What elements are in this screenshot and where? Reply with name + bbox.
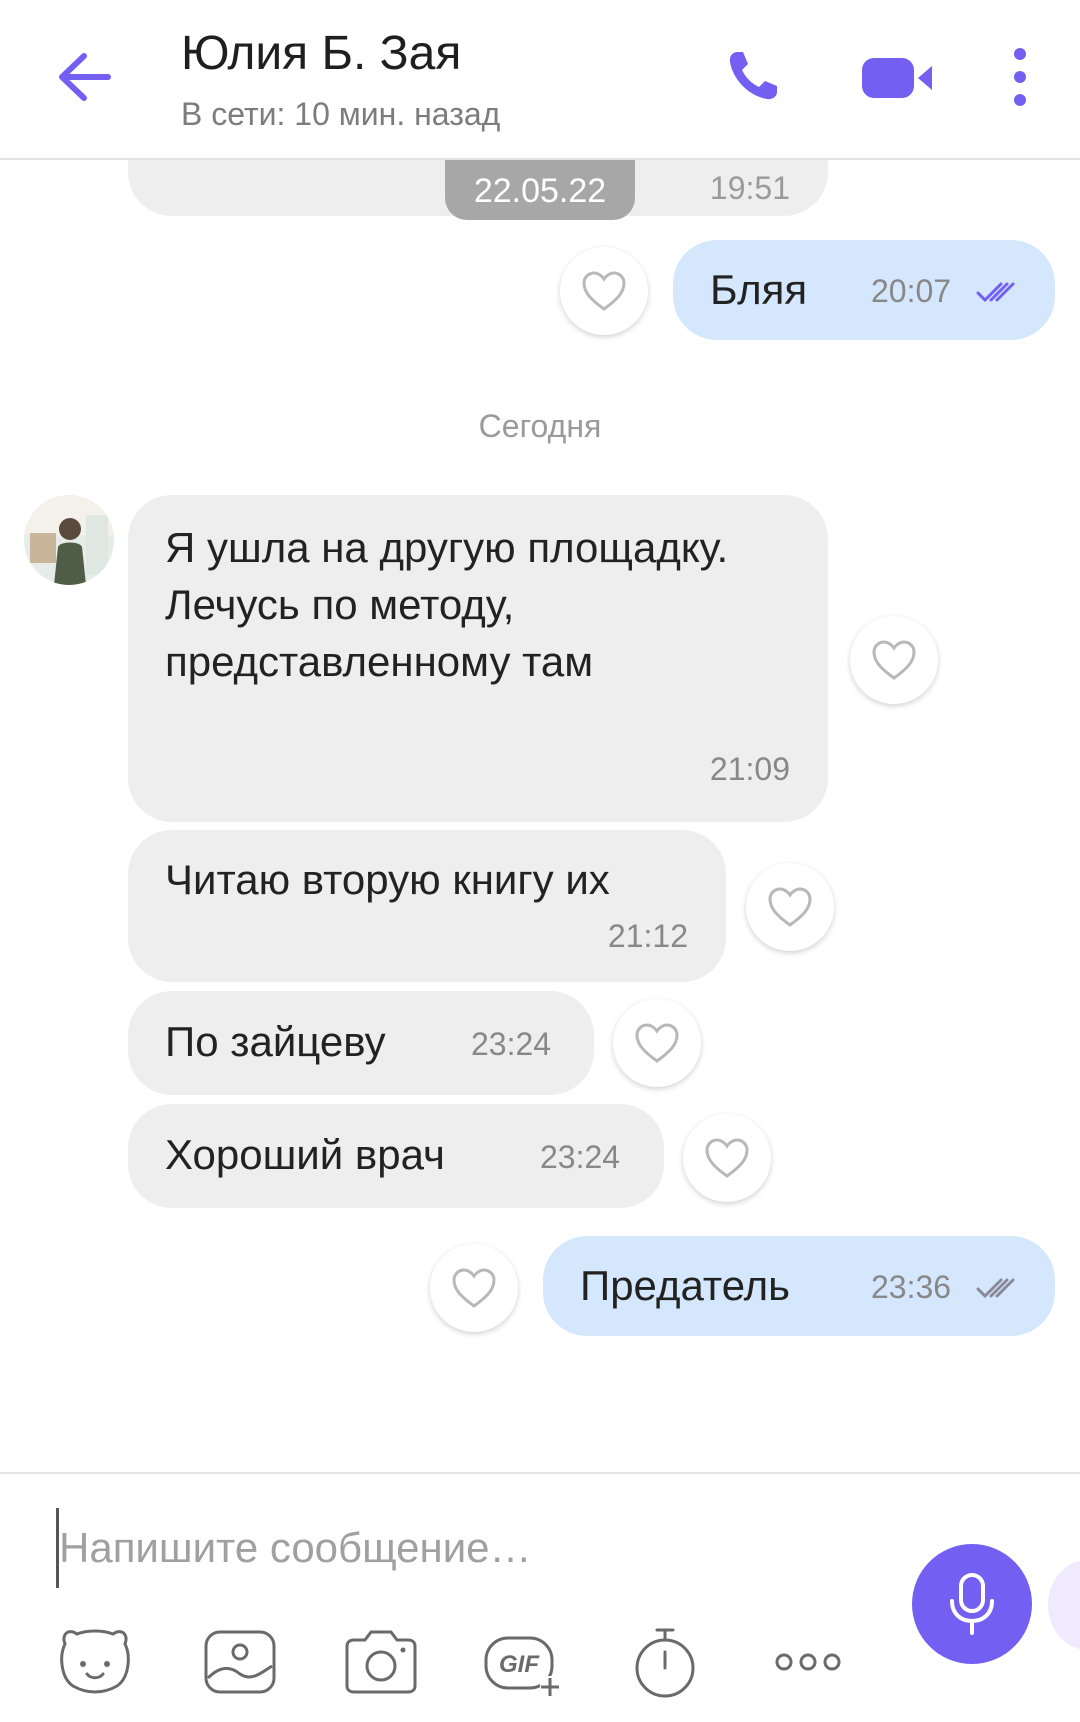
like-button[interactable] <box>850 616 938 704</box>
like-button[interactable] <box>613 999 701 1087</box>
timer-button[interactable] <box>625 1622 705 1702</box>
date-badge: 22.05.22 <box>445 160 635 220</box>
message-list[interactable]: 19:51 22.05.22 Бляя 20:07 Сегодня Я ушла… <box>0 160 1080 1470</box>
mic-ripple-decoration <box>1048 1560 1080 1650</box>
message-time: 23:36 <box>871 1269 952 1305</box>
gallery-icon <box>204 1630 276 1694</box>
like-button[interactable] <box>430 1244 518 1332</box>
heart-icon <box>452 1268 496 1308</box>
message-text: По зайцеву <box>165 1018 386 1065</box>
video-camera-icon <box>862 58 932 98</box>
message-bubble-outgoing[interactable]: Предатель 23:36 <box>543 1236 1055 1336</box>
message-bubble-outgoing[interactable]: Бляя 20:07 <box>673 240 1055 340</box>
message-time: 21:12 <box>607 918 688 954</box>
sticker-icon <box>60 1629 130 1694</box>
more-horizontal-icon <box>775 1653 841 1671</box>
message-composer: GIF <box>0 1472 1080 1722</box>
video-call-button[interactable] <box>858 50 938 106</box>
message-text: Бляя <box>710 266 808 313</box>
day-separator: Сегодня <box>478 408 602 444</box>
like-button[interactable] <box>683 1114 771 1202</box>
message-bubble-incoming[interactable]: Я ушла на другую площадку. Лечусь по мет… <box>128 495 828 822</box>
back-button[interactable] <box>50 42 120 112</box>
message-time: 21:09 <box>709 751 790 787</box>
more-options-button[interactable] <box>1000 44 1040 110</box>
message-text: Читаю вторую книгу их <box>165 856 610 903</box>
like-button[interactable] <box>560 247 648 335</box>
camera-button[interactable] <box>341 1622 421 1702</box>
gif-button[interactable]: GIF <box>482 1622 562 1702</box>
heart-icon <box>705 1138 749 1178</box>
gif-label: GIF <box>499 1651 540 1678</box>
message-text: Я ушла на другую площадку. Лечусь по мет… <box>165 524 729 685</box>
message-input[interactable] <box>56 1508 819 1588</box>
heart-icon <box>582 271 626 311</box>
avatar-photo <box>24 495 114 585</box>
more-vertical-icon <box>1014 48 1026 106</box>
message-text: Хороший врач <box>165 1131 445 1178</box>
contact-status: В сети: 10 мин. назад <box>181 96 501 132</box>
sticker-button[interactable] <box>55 1622 135 1702</box>
contact-avatar[interactable] <box>24 495 114 585</box>
gif-icon: GIF <box>484 1636 560 1696</box>
contact-name[interactable]: Юлия Б. Зая <box>181 26 461 81</box>
message-bubble-incoming[interactable]: Хороший врач 23:24 <box>128 1104 664 1208</box>
chat-header: Юлия Б. Зая В сети: 10 мин. назад <box>0 0 1080 160</box>
read-checks-icon <box>976 282 1015 303</box>
timer-icon <box>635 1628 695 1698</box>
microphone-icon <box>950 1573 994 1635</box>
voice-call-button[interactable] <box>723 46 783 106</box>
message-time: 23:24 <box>471 1026 552 1062</box>
gallery-button[interactable] <box>200 1622 280 1702</box>
like-button[interactable] <box>746 863 834 951</box>
message-time: 20:07 <box>871 273 952 309</box>
read-checks-icon <box>976 1278 1015 1299</box>
more-tools-button[interactable] <box>768 1622 848 1702</box>
message-bubble-incoming[interactable]: По зайцеву 23:24 <box>128 991 594 1095</box>
heart-icon <box>872 640 916 680</box>
message-time: 19:51 <box>709 170 790 206</box>
voice-message-button[interactable] <box>912 1544 1032 1664</box>
phone-icon <box>729 52 777 100</box>
message-time: 23:24 <box>540 1139 621 1175</box>
heart-icon <box>635 1023 679 1063</box>
message-text: Предатель <box>580 1262 791 1309</box>
arrow-left-icon <box>59 53 111 101</box>
message-bubble-incoming[interactable]: Читаю вторую книгу их 21:12 <box>128 830 726 982</box>
heart-icon <box>768 887 812 927</box>
camera-icon <box>345 1630 417 1694</box>
